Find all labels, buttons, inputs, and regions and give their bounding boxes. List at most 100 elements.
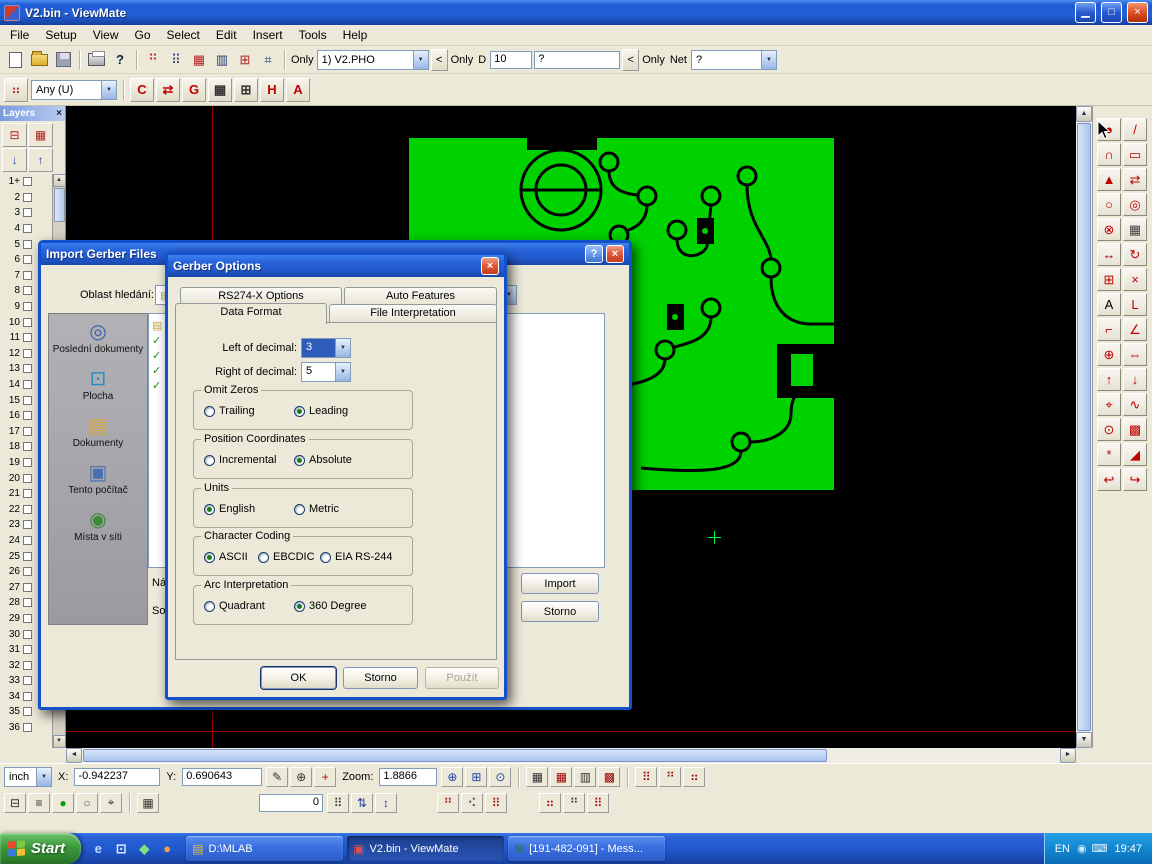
menu-item[interactable]: Edit [208, 25, 245, 45]
delete-tool-icon[interactable]: × [1123, 268, 1147, 291]
show-desktop-icon[interactable]: ⊡ [111, 839, 131, 859]
flash-pattern-4-icon[interactable]: ⠶ [539, 793, 561, 813]
scroll-thumb[interactable] [54, 188, 65, 222]
network-icon[interactable]: ◉ [1077, 842, 1087, 855]
context-help-button[interactable]: ? [109, 49, 131, 71]
scroll-thumb[interactable] [83, 749, 827, 762]
text-tool-icon[interactable]: A [286, 78, 310, 102]
radio-english[interactable]: English [204, 503, 255, 515]
vertex-tool-icon[interactable]: * [1097, 443, 1121, 466]
layer-color-swatch[interactable] [23, 505, 32, 514]
g-code-icon[interactable]: G [182, 78, 206, 102]
layer-color-swatch[interactable] [23, 396, 32, 405]
origin-icon[interactable]: ⊕ [290, 767, 312, 787]
start-button[interactable]: Start [0, 833, 81, 864]
chamfer-t ool-icon[interactable]: ◢ [1123, 443, 1147, 466]
layer-down-icon[interactable]: ↓ [2, 148, 27, 172]
zoom-tool-icon[interactable]: ⊕ [1097, 343, 1121, 366]
internet-explorer-icon[interactable]: e [88, 839, 108, 859]
zoom-point-icon[interactable]: ⊙ [489, 767, 511, 787]
layer-color-swatch[interactable] [23, 286, 32, 295]
move-tool-icon[interactable]: ↔ [1097, 243, 1121, 266]
close-icon[interactable]: × [56, 109, 62, 119]
pattern-2-icon[interactable]: ⠛ [659, 767, 681, 787]
h-plane-icon[interactable]: H [260, 78, 284, 102]
dual-grid-icon[interactable]: ⊞ [234, 78, 258, 102]
radio-ascii[interactable]: ASCII [204, 551, 248, 563]
tab-file-interpretation[interactable]: File Interpretation [329, 304, 497, 323]
text-a-tool-icon[interactable]: A [1097, 293, 1121, 316]
redo-tool-icon[interactable]: ↪ [1123, 468, 1147, 491]
grid-mode-3-icon[interactable]: ▥ [574, 767, 596, 787]
layer-color-swatch[interactable] [23, 536, 32, 545]
snap-grid-button[interactable]: ▦ [137, 793, 159, 813]
via-tool-icon[interactable]: ⊙ [1097, 418, 1121, 441]
only-layer-toggle[interactable]: Only [290, 49, 315, 71]
center-icon[interactable]: ⌖ [100, 793, 122, 813]
grid-toggle-icon[interactable]: ▦ [208, 78, 232, 102]
grid-mode-4-icon[interactable]: ▩ [598, 767, 620, 787]
thermal-tool-icon[interactable]: ⊗ [1097, 218, 1121, 241]
layer-row[interactable]: 4 [0, 221, 52, 237]
dcode-input[interactable]: 10 [490, 51, 532, 69]
layer-color-swatch[interactable] [23, 442, 32, 451]
aperture-table-icon[interactable]: ▦ [188, 49, 210, 71]
layer-color-swatch[interactable] [23, 489, 32, 498]
storno-button[interactable]: Storno [521, 601, 599, 622]
radio-metric[interactable]: Metric [294, 503, 339, 515]
chevron-down-icon[interactable]: ▼ [101, 81, 116, 99]
aperture-swap-icon[interactable]: ▥ [211, 49, 233, 71]
flash-pattern-6-icon[interactable]: ⠿ [587, 793, 609, 813]
layer-color-swatch[interactable] [23, 333, 32, 342]
dcode-flash-icon[interactable]: ⠛ [142, 49, 164, 71]
layer-select[interactable]: 1) V2.PHO ▼ [317, 50, 429, 70]
layer-color-swatch[interactable] [23, 567, 32, 576]
layer-color-swatch[interactable] [23, 520, 32, 529]
scroll-thumb[interactable] [1077, 123, 1091, 731]
pan-tool-icon[interactable]: ⇔ [1123, 343, 1147, 366]
transform-icon[interactable]: ⇄ [156, 78, 180, 102]
layer-color-swatch[interactable] [23, 318, 32, 327]
radio-eia-rs244[interactable]: EIA RS-244 [320, 551, 392, 563]
dcode-grid-icon[interactable]: ⠿ [165, 49, 187, 71]
task-button-mlab[interactable]: ▤ D:\MLAB [186, 836, 343, 861]
restore-button[interactable]: □ [1101, 2, 1122, 23]
print-button[interactable] [85, 49, 107, 71]
minimize-button[interactable]: ▁ [1075, 2, 1096, 23]
tab-auto-features[interactable]: Auto Features [344, 287, 497, 305]
net-select[interactable]: ? ▼ [691, 50, 777, 70]
layer-row[interactable]: 3 [0, 205, 52, 221]
scroll-left-icon[interactable]: ◄ [66, 748, 82, 763]
flash-pattern-1-icon[interactable]: ⠛ [437, 793, 459, 813]
layer-color-swatch[interactable] [23, 458, 32, 467]
scroll-up-icon[interactable]: ▲ [1076, 106, 1092, 122]
macro-icon[interactable]: ⊞ [234, 49, 256, 71]
prev-layer-button[interactable]: < [431, 49, 448, 71]
layer-down-tool-icon[interactable]: ↓ [1123, 368, 1147, 391]
layer-color-swatch[interactable] [23, 271, 32, 280]
task-button-viewmate[interactable]: ▣ V2.bin - ViewMate [347, 836, 504, 861]
scroll-down-icon[interactable]: ▼ [53, 735, 66, 748]
copy-tool-icon[interactable]: ⊞ [1097, 268, 1121, 291]
net-tool-icon[interactable]: ∿ [1123, 393, 1147, 416]
menu-item[interactable]: Select [159, 25, 208, 45]
pattern-1-icon[interactable]: ⠿ [635, 767, 657, 787]
grid-mode-2-icon[interactable]: ▦ [550, 767, 572, 787]
layer-up-tool-icon[interactable]: ↑ [1097, 368, 1121, 391]
layer-color-swatch[interactable] [23, 224, 32, 233]
radio-leading[interactable]: Leading [294, 405, 348, 417]
place-desktop[interactable]: ⊡ Plocha [49, 369, 147, 402]
scroll-up-icon[interactable]: ▲ [53, 174, 66, 187]
layer-color-swatch[interactable] [23, 661, 32, 670]
lamp-icon[interactable]: ○ [76, 793, 98, 813]
edit-coords-icon[interactable]: ✎ [266, 767, 288, 787]
layer-color-swatch[interactable] [23, 630, 32, 639]
draw-mode-icon[interactable]: ≡ [28, 793, 50, 813]
menu-item[interactable]: Help [335, 25, 376, 45]
place-network[interactable]: ◉ Místa v síti [49, 510, 147, 543]
add-point-icon[interactable]: + [314, 767, 336, 787]
dot-grid-icon[interactable]: ⠿ [327, 793, 349, 813]
chevron-down-icon[interactable]: ▼ [36, 768, 51, 786]
layer-color-swatch[interactable] [23, 380, 32, 389]
swap-vertical-icon[interactable]: ⇅ [351, 793, 373, 813]
